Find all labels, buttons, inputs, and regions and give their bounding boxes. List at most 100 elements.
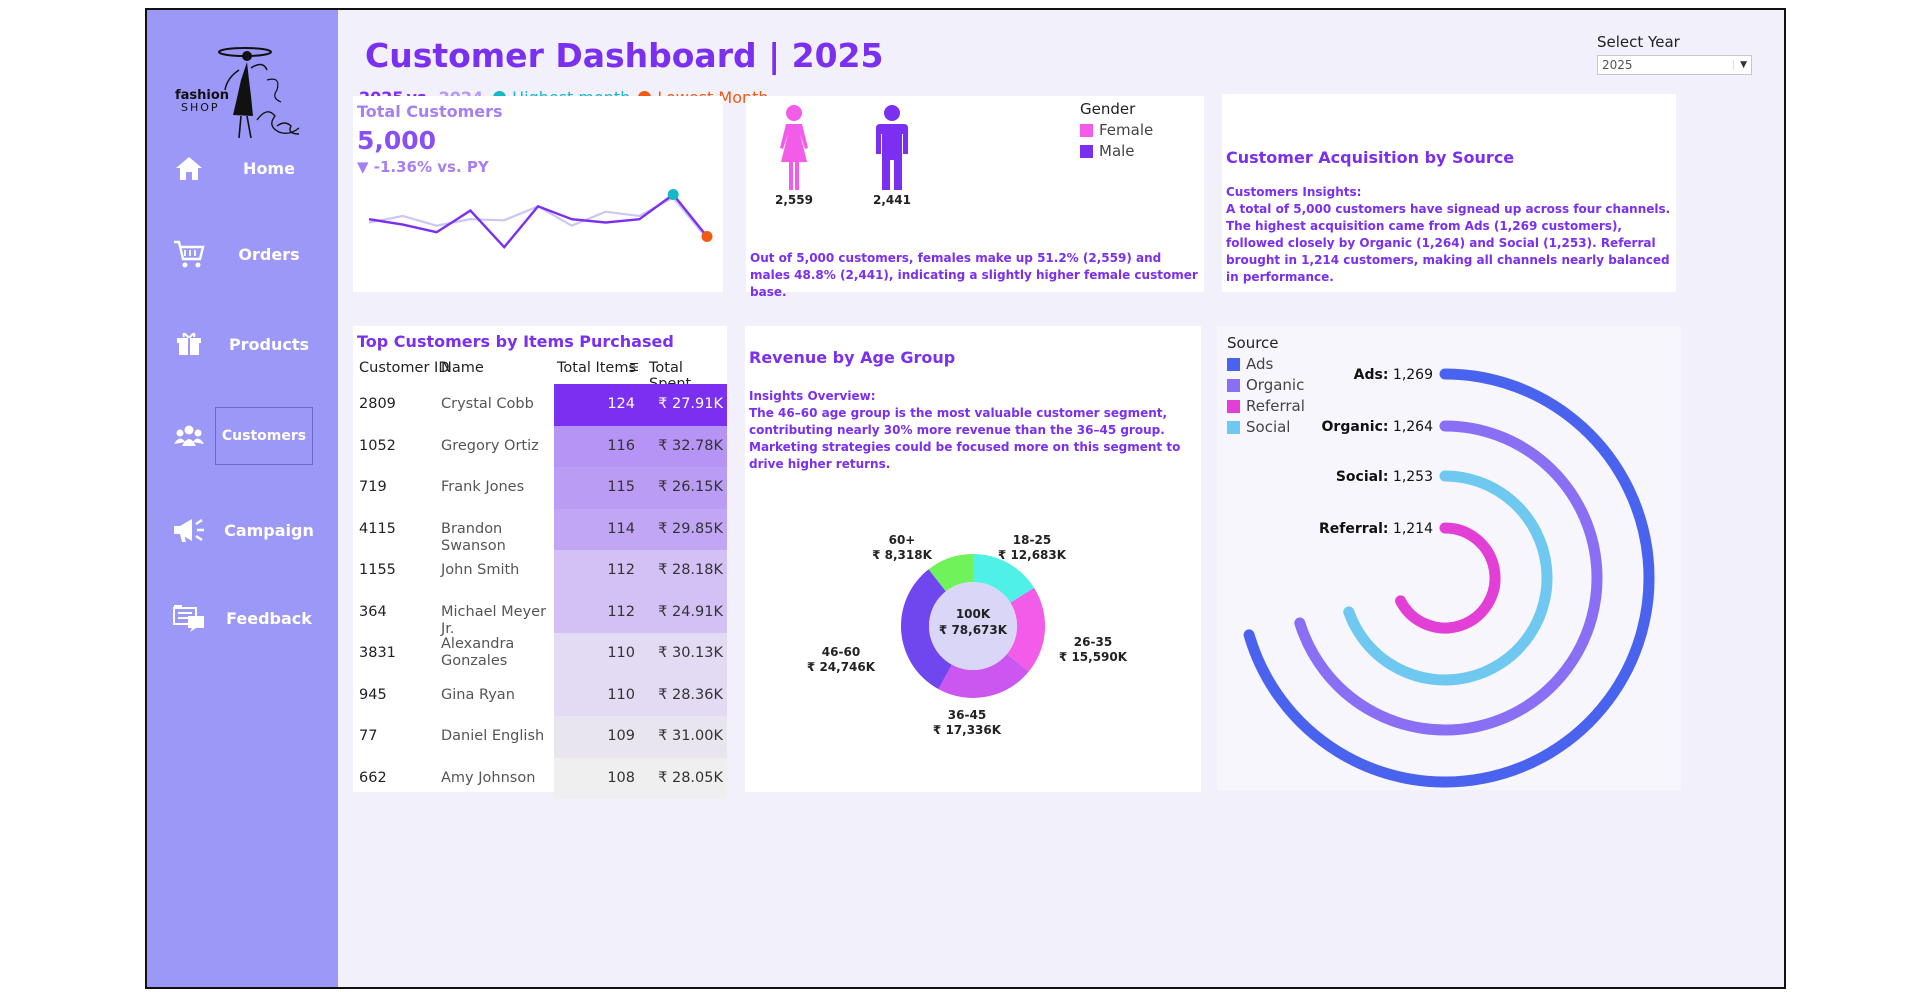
- radial-bar-referral[interactable]: [1395, 522, 1501, 634]
- acquisition-insight-heading: Customers Insights:: [1226, 185, 1362, 199]
- total-items-cell: 116: [607, 437, 635, 454]
- metric-cell-bg: 112 ₹ 28.18K: [554, 550, 727, 592]
- gender-legend: Gender Female Male: [1080, 100, 1153, 160]
- customer-trend-chart: [368, 188, 713, 250]
- male-count: 2,441: [873, 193, 911, 207]
- donut-label-category: 36-45: [948, 708, 986, 722]
- page-title: Customer Dashboard | 2025: [365, 36, 884, 75]
- top-customers-title: Top Customers by Items Purchased: [357, 332, 674, 351]
- total-items-cell: 114: [607, 520, 635, 537]
- customer-id-cell: 662: [359, 769, 387, 786]
- customer-id-cell: 1155: [359, 562, 396, 578]
- metric-cell-bg: 115 ₹ 26.15K: [554, 467, 727, 509]
- sidebar: fashion SHOP Home Orders Products Custom…: [147, 10, 338, 987]
- nav-orders[interactable]: Orders: [167, 232, 327, 276]
- total-items-cell: 124: [607, 396, 635, 412]
- cart-icon: [167, 232, 211, 276]
- lowest-month-marker[interactable]: [701, 230, 713, 242]
- metric-cell-bg: 116 ₹ 32.78K: [554, 425, 727, 467]
- male-figure: 2,441: [870, 104, 914, 207]
- total-items-cell: 112: [607, 603, 635, 620]
- nav-customers[interactable]: Customers: [167, 407, 327, 465]
- total-spent-cell: ₹ 32.78K: [658, 437, 723, 454]
- table-header: Customer ID Name Total Items ☰ Total Spe…: [353, 360, 727, 392]
- col-total-items[interactable]: Total Items: [557, 360, 636, 376]
- total-spent-cell: ₹ 28.05K: [658, 769, 723, 786]
- table-row[interactable]: 662 Amy Johnson 108 ₹ 28.05K: [353, 757, 727, 799]
- customer-name-cell: John Smith: [441, 562, 520, 578]
- donut-label-value: ₹ 24,746K: [807, 660, 876, 674]
- customer-name-cell: Crystal Cobb: [441, 396, 534, 412]
- donut-label-value: ₹ 12,683K: [998, 548, 1067, 562]
- col-name[interactable]: Name: [441, 360, 484, 376]
- table-row[interactable]: 364 Michael Meyer Jr. 112 ₹ 24.91K: [353, 591, 727, 637]
- acquisition-insight-card: Customer Acquisition by Source Customers…: [1222, 94, 1676, 292]
- nav-home[interactable]: Home: [167, 146, 327, 190]
- year-filter: Select Year 2025 ▼: [1597, 33, 1752, 75]
- table-row[interactable]: 945 Gina Ryan 110 ₹ 28.36K: [353, 674, 727, 716]
- nav-campaign[interactable]: Campaign: [167, 508, 327, 552]
- year-dropdown[interactable]: 2025 ▼: [1597, 55, 1752, 75]
- customer-id-cell: 945: [359, 686, 387, 703]
- gender-insight: Out of 5,000 customers, females make up …: [750, 251, 1198, 299]
- female-swatch: [1080, 123, 1093, 137]
- total-items-cell: 112: [607, 562, 635, 578]
- donut-label-category: 26-35: [1074, 635, 1112, 649]
- table-row[interactable]: 1155 John Smith 112 ₹ 28.18K: [353, 550, 727, 592]
- year-filter-label: Select Year: [1597, 33, 1680, 51]
- total-spent-cell: ₹ 29.85K: [658, 520, 723, 537]
- male-icon: [876, 105, 908, 190]
- metric-cell-bg: 108 ₹ 28.05K: [554, 757, 727, 799]
- total-items-cell: 110: [607, 645, 635, 661]
- nav-products-label: Products: [228, 334, 310, 354]
- customer-id-cell: 4115: [359, 520, 396, 537]
- home-icon: [167, 146, 211, 190]
- acquisition-title: Customer Acquisition by Source: [1226, 148, 1515, 167]
- metric-cell-bg: 114 ₹ 29.85K: [554, 508, 727, 550]
- source-radial-chart: Ads: 1,269 Organic: 1,264 Social: 1,253 Ref…: [1243, 367, 1655, 788]
- total-items-cell: 115: [607, 479, 635, 495]
- gift-box-icon: [167, 322, 211, 366]
- year-dropdown-value: 2025: [1602, 58, 1633, 72]
- radial-label-referral: Referral: 1,214: [1319, 521, 1433, 537]
- customer-name-cell: Amy Johnson: [441, 769, 536, 786]
- table-row[interactable]: 77 Daniel English 109 ₹ 31.00K: [353, 716, 727, 758]
- total-spent-cell: ₹ 28.18K: [658, 562, 723, 578]
- sort-descending-icon[interactable]: ☰: [629, 361, 639, 374]
- donut-label-category: 18-25: [1013, 533, 1051, 547]
- table-row[interactable]: 719 Frank Jones 115 ₹ 26.15K: [353, 467, 727, 509]
- table-row[interactable]: 2809 Crystal Cobb 124 ₹ 27.91K: [353, 384, 727, 426]
- metric-cell-bg: 112 ₹ 24.91K: [554, 591, 727, 633]
- customer-id-cell: 364: [359, 603, 387, 620]
- nav-products[interactable]: Products: [167, 322, 327, 366]
- revenue-by-age-card: Revenue by Age Group Insights Overview: …: [745, 326, 1201, 792]
- female-count: 2,559: [775, 193, 813, 207]
- radial-label-ads: Ads: 1,269: [1354, 367, 1433, 383]
- donut-label-value: ₹ 8,318K: [872, 548, 932, 562]
- table-row[interactable]: 4115 Brandon Swanson 114 ₹ 29.85K: [353, 508, 727, 554]
- highest-month-marker[interactable]: [667, 188, 679, 200]
- table-row[interactable]: 1052 Gregory Ortiz 116 ₹ 32.78K: [353, 425, 727, 467]
- customer-name-cell: Gina Ryan: [441, 686, 515, 703]
- customer-name-cell: Daniel English: [441, 728, 545, 744]
- acquisition-insight-body: A total of 5,000 customers have signead …: [1226, 202, 1671, 284]
- metric-cell-bg: 124 ₹ 27.91K: [554, 384, 727, 426]
- radial-label-social: Social: 1,253: [1336, 469, 1433, 485]
- metric-cell-bg: 109 ₹ 31.00K: [554, 716, 727, 758]
- table-row[interactable]: 3831 Alexandra Gonzales 110 ₹ 30.13K: [353, 633, 727, 675]
- nav-feedback[interactable]: Feedback: [167, 596, 327, 640]
- donut-label-value: ₹ 15,590K: [1059, 650, 1128, 664]
- top-customers-table: Top Customers by Items Purchased Custome…: [353, 326, 727, 799]
- metric-cell-bg: 110 ₹ 30.13K: [554, 633, 727, 675]
- radial-bar-social[interactable]: [1343, 470, 1553, 686]
- radial-label-organic: Organic: 1,264: [1322, 419, 1434, 435]
- brand-logo[interactable]: fashion SHOP: [167, 40, 317, 150]
- legend-female[interactable]: Female: [1080, 121, 1153, 139]
- brand-line2: SHOP: [181, 101, 220, 114]
- legend-male[interactable]: Male: [1080, 142, 1153, 160]
- total-items-cell: 108: [607, 769, 635, 786]
- radial-bar-ads[interactable]: [1243, 368, 1655, 788]
- col-customer-id[interactable]: Customer ID: [359, 360, 449, 376]
- customer-name-cell: Gregory Ortiz: [441, 437, 539, 454]
- users-group-icon: [167, 414, 211, 458]
